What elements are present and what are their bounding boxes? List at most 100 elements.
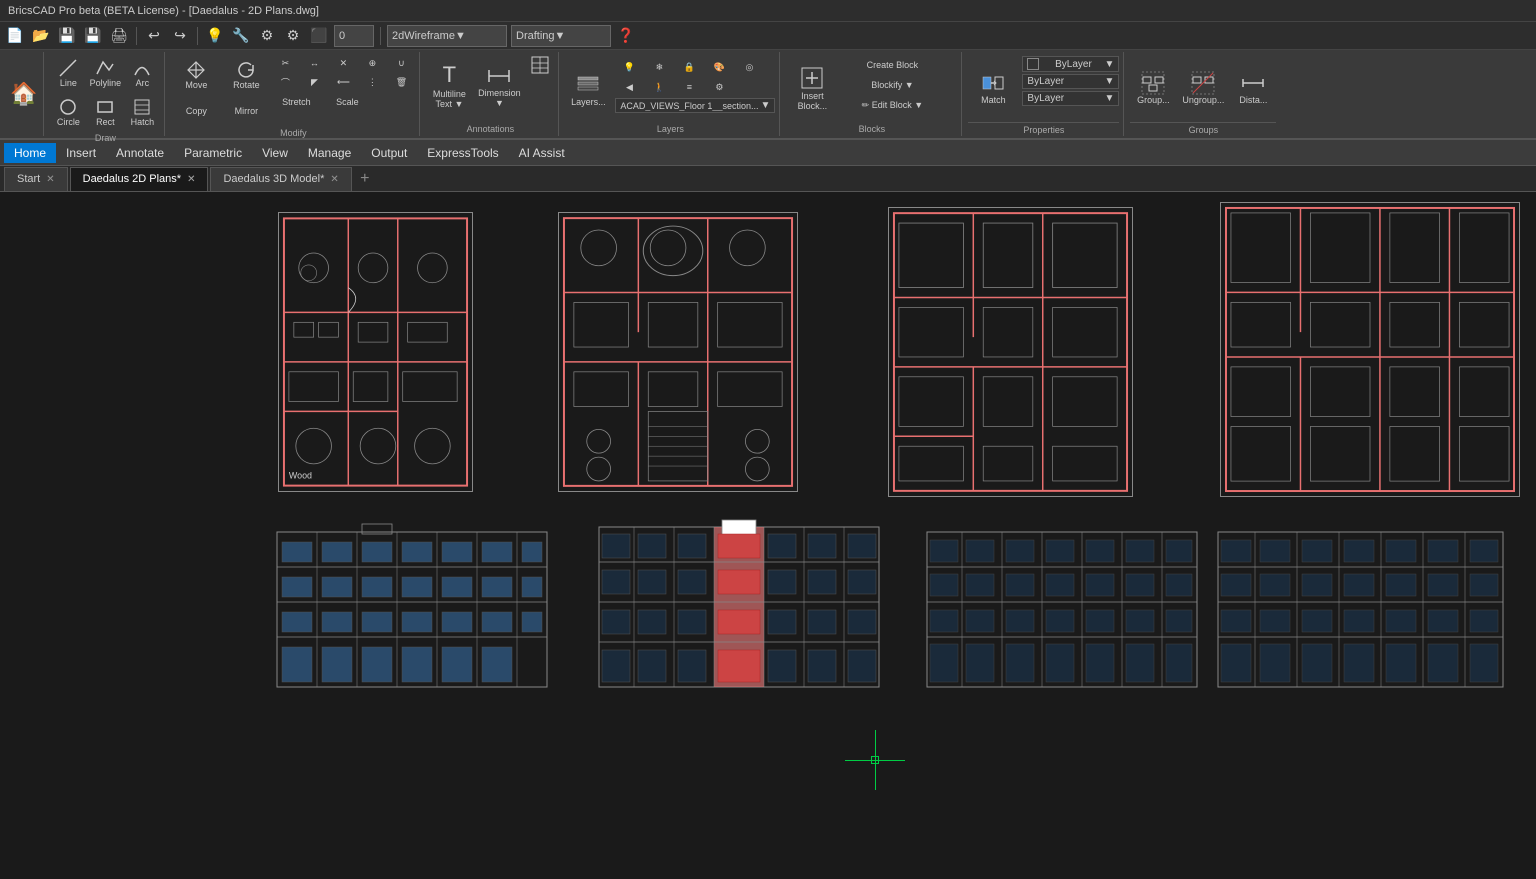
move-icon bbox=[186, 60, 206, 80]
hatch-button[interactable]: Hatch bbox=[124, 93, 160, 131]
line-button[interactable]: Line bbox=[50, 54, 86, 92]
annotations-label: Annotations bbox=[426, 122, 554, 134]
tab-plans-close[interactable]: ✕ bbox=[187, 174, 195, 185]
floorplan-4-svg bbox=[1221, 203, 1519, 496]
polyline-button[interactable]: Polyline bbox=[87, 54, 123, 92]
layers-label: Layers bbox=[565, 122, 775, 134]
floorplan-3 bbox=[888, 207, 1133, 497]
linetype-dropdown[interactable]: ByLayer ▼ bbox=[1022, 91, 1119, 106]
layers-button[interactable]: Layers... bbox=[565, 58, 611, 122]
mtext-button[interactable]: T MultilineText ▼ bbox=[426, 54, 472, 118]
tab-model-close[interactable]: ✕ bbox=[330, 174, 338, 185]
tab-bar: Start ✕ Daedalus 2D Plans* ✕ Daedalus 3D… bbox=[0, 166, 1536, 192]
lineweight-dropdown[interactable]: ByLayer ▼ bbox=[1022, 74, 1119, 89]
tab-model[interactable]: Daedalus 3D Model* ✕ bbox=[210, 167, 351, 191]
groups-label: Groups bbox=[1130, 122, 1276, 135]
group-button[interactable]: Group... bbox=[1130, 56, 1176, 120]
saveas-button[interactable]: 💾 bbox=[82, 25, 104, 47]
menu-aiassist[interactable]: AI Assist bbox=[509, 143, 575, 163]
save-button[interactable]: 💾 bbox=[56, 25, 78, 47]
layer-off-button[interactable]: 💡 bbox=[615, 58, 643, 76]
crosshair-box bbox=[871, 756, 879, 764]
move-button[interactable]: Move bbox=[180, 54, 212, 96]
dimension-button[interactable]: Dimension▼ bbox=[476, 54, 522, 118]
layer-match-button[interactable]: ≡ bbox=[675, 78, 703, 96]
open-button[interactable]: 📂 bbox=[30, 25, 52, 47]
trim-button[interactable]: ✂ bbox=[271, 54, 299, 72]
groups-section: Group... Ungroup... Dista... Groups bbox=[1126, 52, 1280, 136]
tab-add-button[interactable]: + bbox=[354, 168, 376, 190]
mirror-button[interactable]: Mirror bbox=[230, 96, 262, 126]
layers-icon bbox=[576, 73, 600, 97]
rectangle-button[interactable]: Rect bbox=[87, 93, 123, 131]
viewmode-dropdown[interactable]: 2dWireframe ▼ bbox=[387, 25, 507, 47]
create-block-button[interactable]: Create Block bbox=[842, 56, 942, 74]
snap3-button[interactable]: ⚙ bbox=[256, 25, 278, 47]
home-button[interactable]: 🏠 bbox=[4, 52, 44, 136]
table-button[interactable] bbox=[526, 56, 554, 74]
undo-button[interactable]: ↩ bbox=[143, 25, 165, 47]
snap5-button[interactable]: ⬛ bbox=[308, 25, 330, 47]
tab-plans[interactable]: Daedalus 2D Plans* ✕ bbox=[70, 167, 209, 191]
chamfer-button[interactable]: ◤ bbox=[300, 73, 328, 91]
blockify-button[interactable]: Blockify ▼ bbox=[842, 76, 942, 94]
snap2-button[interactable]: 🔧 bbox=[230, 25, 252, 47]
layer-input[interactable] bbox=[334, 25, 374, 47]
edit-block-button[interactable]: ✏ Edit Block ▼ bbox=[842, 96, 942, 114]
delete-button[interactable]: 🗑 bbox=[387, 73, 415, 91]
snap4-button[interactable]: ⚙ bbox=[282, 25, 304, 47]
rotate-button[interactable]: Rotate bbox=[229, 54, 264, 96]
print-button[interactable]: 🖨 bbox=[108, 25, 130, 47]
new-button[interactable]: 📄 bbox=[4, 25, 26, 47]
color-dropdown[interactable]: ByLayer ▼ bbox=[1022, 56, 1119, 72]
elevation-4 bbox=[1213, 522, 1508, 692]
layer-lock-button[interactable]: 🔒 bbox=[675, 58, 703, 76]
layer-dropdown[interactable]: ACAD_VIEWS_Floor 1__section... ▼ bbox=[615, 98, 775, 113]
line-icon bbox=[58, 58, 78, 78]
draw-section: Line Polyline Arc Circle Rect bbox=[46, 52, 165, 136]
match-properties-button[interactable]: Match bbox=[968, 56, 1018, 120]
menu-annotate[interactable]: Annotate bbox=[106, 143, 174, 163]
redo-button[interactable]: ↪ bbox=[169, 25, 191, 47]
table-icon bbox=[531, 56, 549, 74]
offset-button[interactable]: ⟵ bbox=[329, 73, 357, 91]
stretch-button[interactable]: Stretch bbox=[271, 93, 321, 111]
ungroup-button[interactable]: Ungroup... bbox=[1180, 56, 1226, 120]
menu-bar: Home Insert Annotate Parametric View Man… bbox=[0, 140, 1536, 166]
arc-button[interactable]: Arc bbox=[124, 54, 160, 92]
app-title: BricsCAD Pro beta (BETA License) - [Daed… bbox=[8, 5, 319, 17]
tab-start[interactable]: Start ✕ bbox=[4, 167, 68, 191]
dimension-icon bbox=[487, 64, 511, 88]
menu-expresstools[interactable]: ExpressTools bbox=[417, 143, 508, 163]
scale-button[interactable]: Scale bbox=[322, 93, 372, 111]
menu-manage[interactable]: Manage bbox=[298, 143, 361, 163]
close1-button[interactable]: ✕ bbox=[329, 54, 357, 72]
layer-color-button[interactable]: 🎨 bbox=[705, 58, 733, 76]
menu-insert[interactable]: Insert bbox=[56, 143, 106, 163]
explode-button[interactable]: ⊕ bbox=[358, 54, 386, 72]
layer-prev-button[interactable]: ◀ bbox=[615, 78, 643, 96]
insert-block-button[interactable]: InsertBlock... bbox=[786, 56, 838, 120]
fillet-button[interactable]: ⌒ bbox=[271, 73, 299, 91]
distance-button[interactable]: Dista... bbox=[1230, 56, 1276, 120]
layer-settings-button[interactable]: ⚙ bbox=[705, 78, 733, 96]
ungroup-icon bbox=[1191, 71, 1215, 95]
workspace-dropdown[interactable]: Drafting ▼ bbox=[511, 25, 611, 47]
menu-home[interactable]: Home bbox=[4, 143, 56, 163]
help-button[interactable]: ❓ bbox=[615, 25, 637, 47]
properties-label: Properties bbox=[968, 122, 1119, 135]
copy-button[interactable]: Copy bbox=[180, 96, 212, 126]
canvas-area[interactable]: Wood bbox=[0, 192, 1536, 879]
menu-view[interactable]: View bbox=[252, 143, 298, 163]
circle-button[interactable]: Circle bbox=[50, 93, 86, 131]
extend-button[interactable]: ↔ bbox=[300, 54, 328, 72]
layer-isolate-button[interactable]: ◎ bbox=[735, 58, 763, 76]
tab-start-close[interactable]: ✕ bbox=[46, 174, 54, 185]
join-button[interactable]: ∪ bbox=[387, 54, 415, 72]
snap-button[interactable]: 💡 bbox=[204, 25, 226, 47]
menu-output[interactable]: Output bbox=[361, 143, 417, 163]
array-button[interactable]: ⋮ bbox=[358, 73, 386, 91]
layer-freeze-button[interactable]: ❄ bbox=[645, 58, 673, 76]
menu-parametric[interactable]: Parametric bbox=[174, 143, 252, 163]
layer-walk-button[interactable]: 🚶 bbox=[645, 78, 673, 96]
